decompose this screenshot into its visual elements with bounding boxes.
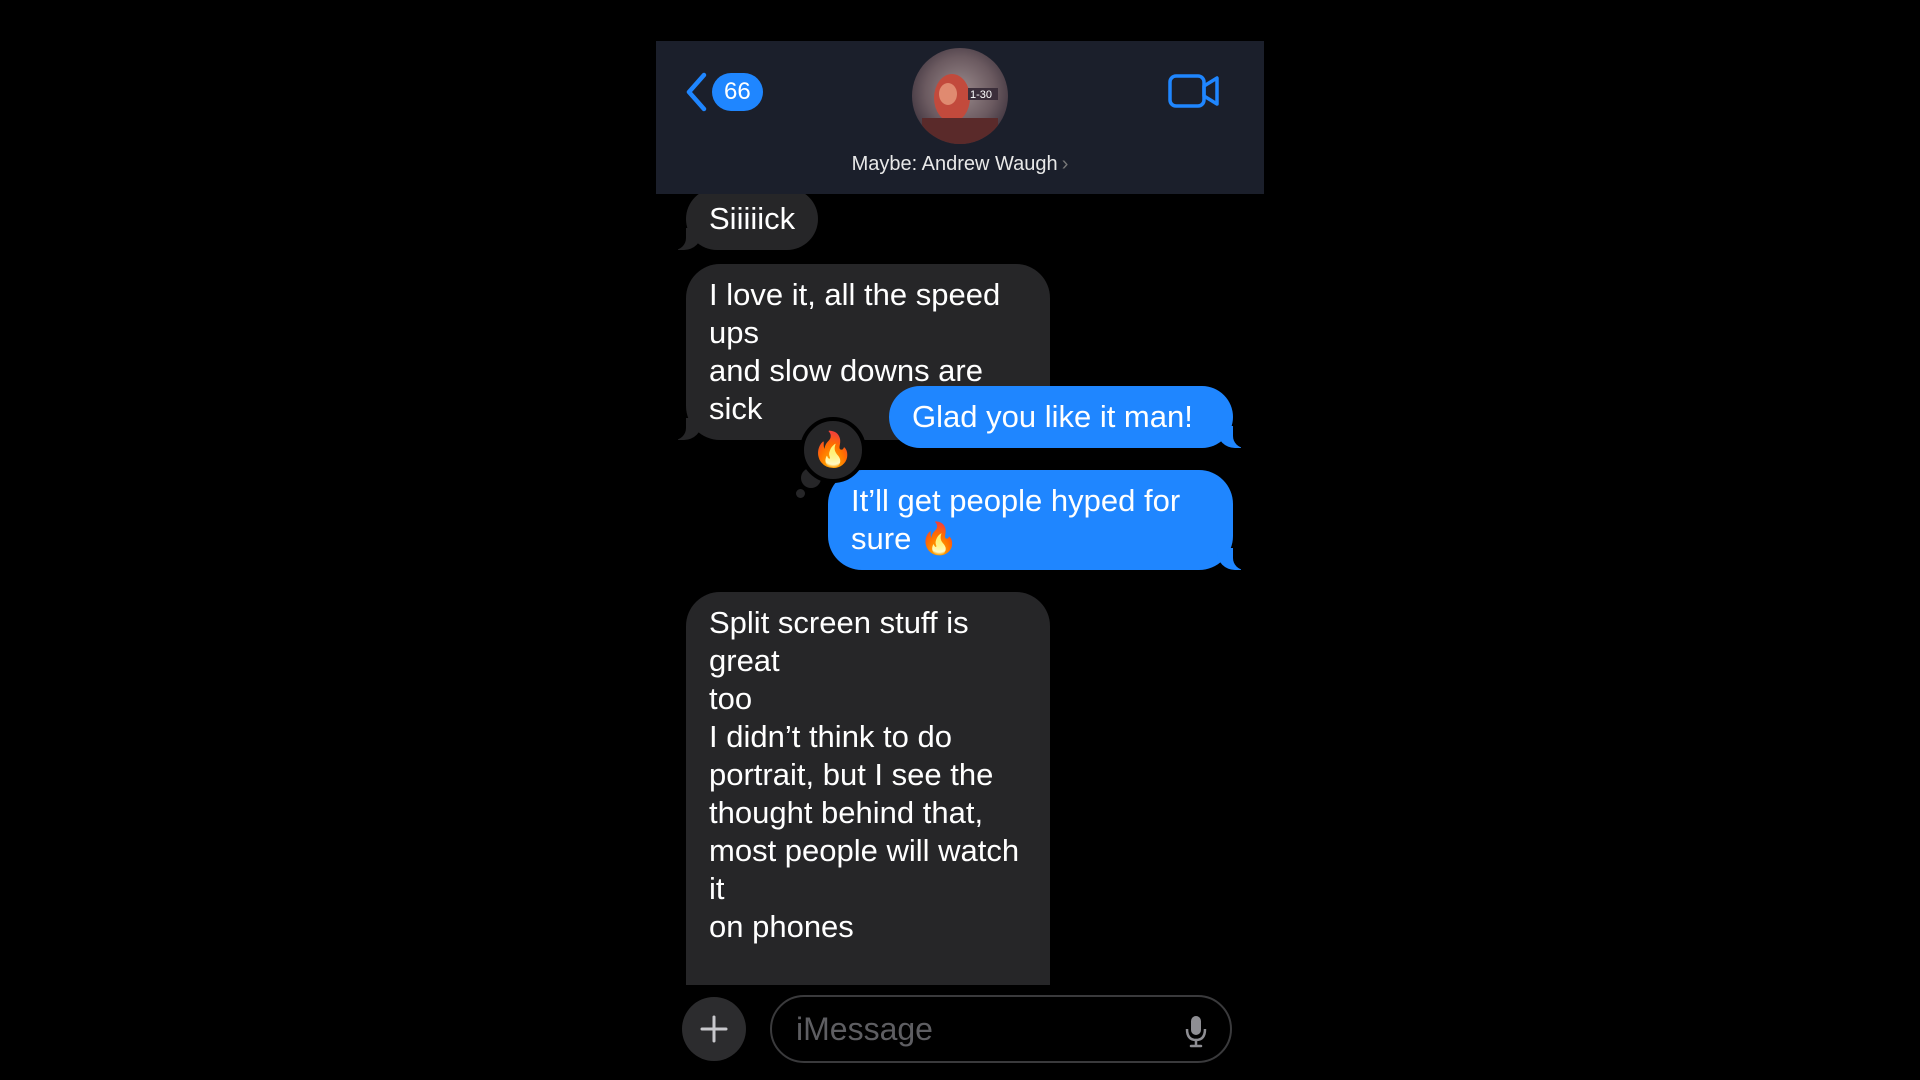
back-button[interactable]: 66	[684, 72, 763, 112]
tapback-reaction[interactable]: 🔥	[800, 417, 866, 483]
message-text: Glad you like it man!	[912, 399, 1193, 434]
facetime-video-button[interactable]	[1168, 73, 1220, 114]
svg-text:1-30: 1-30	[970, 89, 992, 101]
message-text: Siiiiick	[709, 201, 796, 236]
imessage-input[interactable]: iMessage	[770, 995, 1232, 1063]
microphone-icon[interactable]	[1184, 1014, 1208, 1053]
message-bubble-incoming[interactable]: Siiiiick	[669, 188, 819, 250]
contact-avatar[interactable]: 1-30	[912, 48, 1008, 144]
unread-count-badge: 66	[712, 73, 763, 111]
message-composer: iMessage	[656, 985, 1264, 1080]
apps-plus-button[interactable]	[682, 997, 746, 1061]
input-placeholder: iMessage	[796, 1011, 933, 1047]
tapback-tail-dot	[796, 489, 805, 498]
message-bubble-outgoing[interactable]: It’ll get people hyped for sure 🔥	[828, 470, 1249, 570]
contact-name-button[interactable]: Maybe: Andrew Waugh ›	[656, 153, 1264, 176]
chevron-left-icon	[686, 72, 707, 112]
conversation-screen: 66 1-30 Maybe: Andrew Waugh › Siiiiick I…	[656, 0, 1264, 1080]
message-bubble-outgoing[interactable]: Glad you like it man!	[889, 386, 1249, 448]
video-camera-icon	[1168, 74, 1219, 108]
message-bubble-incoming[interactable]: Split screen stuff is great too I didn’t…	[686, 592, 1050, 1058]
message-text: It’ll get people hyped for sure 🔥	[851, 483, 1181, 556]
contact-name: Maybe: Andrew Waugh	[851, 153, 1058, 175]
chevron-right-icon: ›	[1061, 153, 1069, 175]
conversation-header: 66 1-30 Maybe: Andrew Waugh ›	[656, 41, 1264, 194]
avatar-image: 1-30	[912, 48, 1008, 144]
fire-emoji: 🔥	[811, 431, 855, 469]
plus-icon	[700, 1015, 728, 1043]
